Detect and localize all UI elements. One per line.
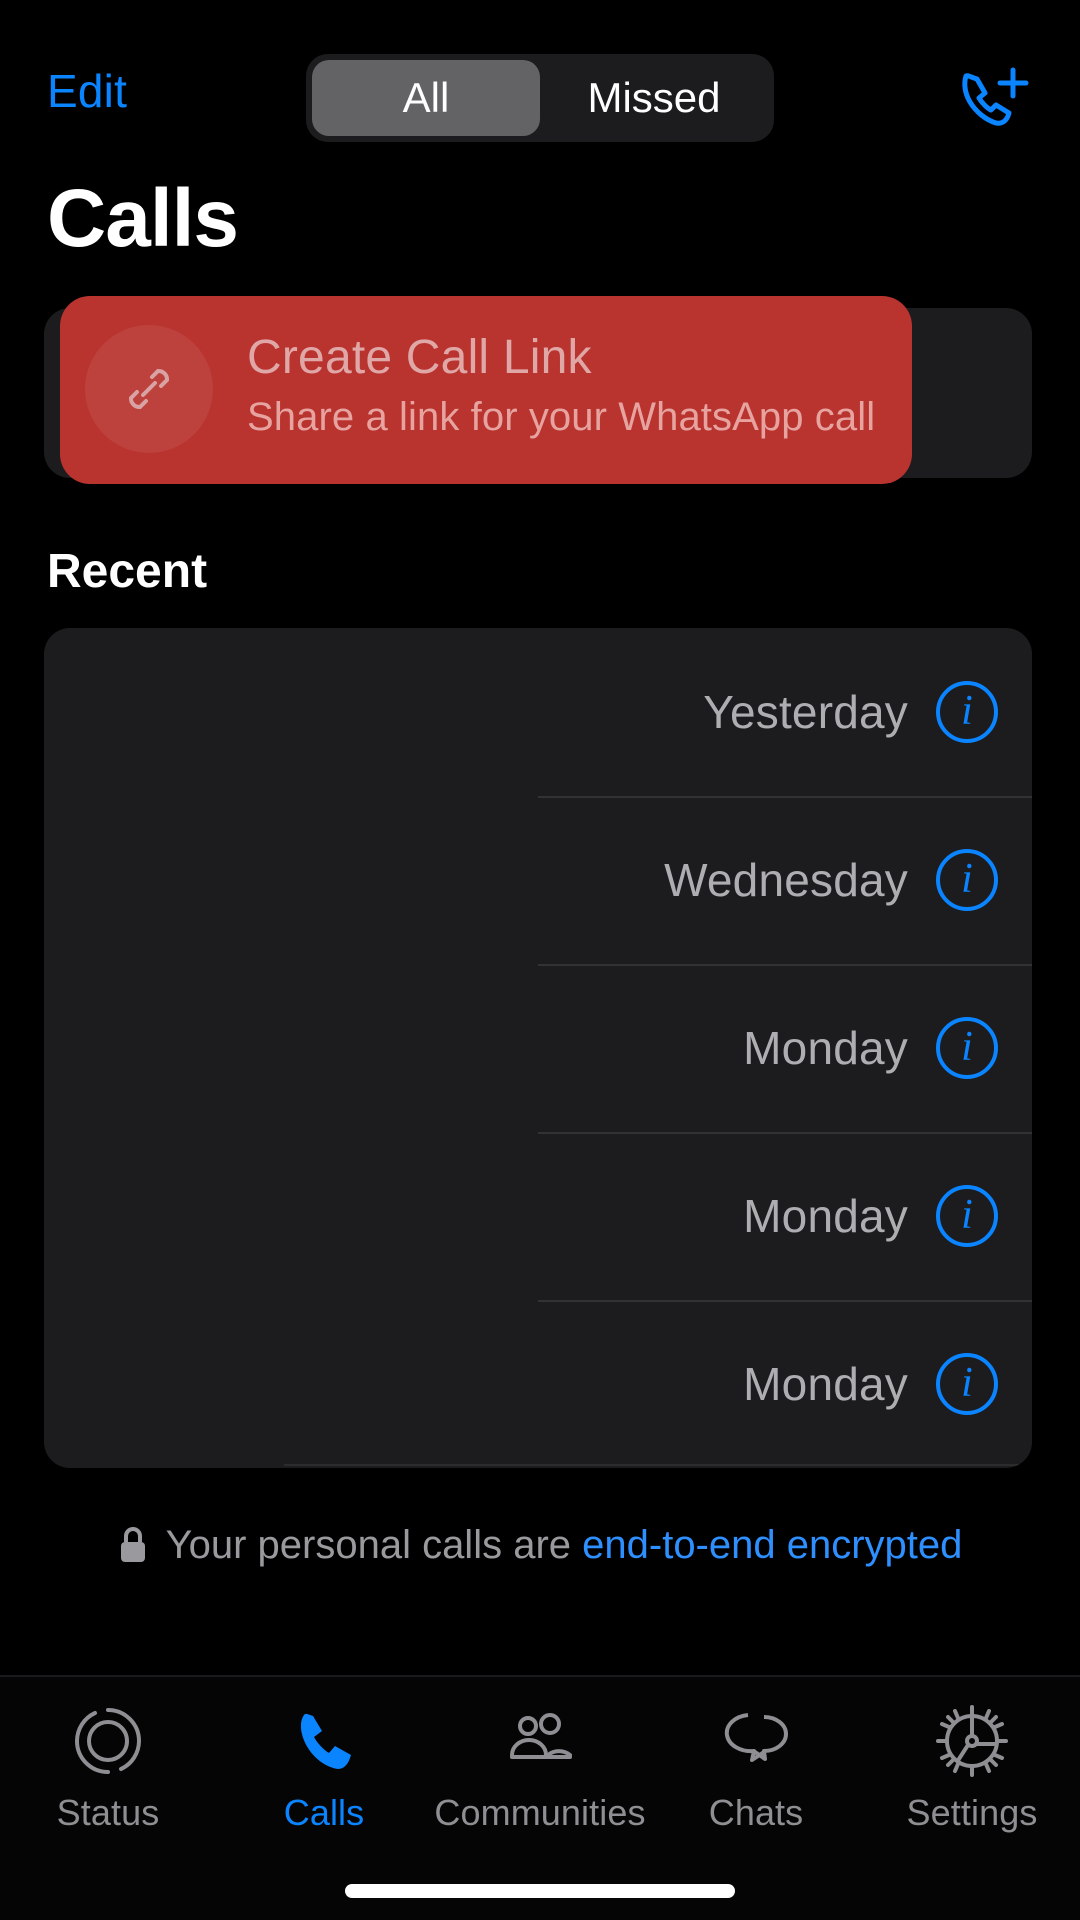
lock-icon [120, 1527, 145, 1562]
tab-status[interactable]: Status [0, 1677, 216, 1920]
call-date: Wednesday [664, 854, 908, 906]
recent-section-header: Recent [47, 545, 208, 598]
info-circle-icon[interactable]: i [936, 681, 998, 743]
page-title: Calls [47, 173, 239, 264]
table-row[interactable]: Monday i [44, 1132, 1032, 1300]
phone-plus-icon [962, 67, 1029, 126]
recent-calls-list: Yesterday i Wednesday i Monday i Monday … [44, 628, 1032, 1468]
segment-all[interactable]: All [312, 60, 540, 136]
tab-label: Calls [283, 1792, 365, 1833]
home-indicator [345, 1884, 735, 1898]
status-ring-icon [75, 1708, 141, 1774]
call-date: Monday [743, 1190, 908, 1242]
info-circle-icon[interactable]: i [936, 1017, 998, 1079]
list-bottom-divider [284, 1464, 1032, 1466]
tab-label: Communities [434, 1792, 646, 1833]
calls-screen: Edit All Missed Calls Create Call Link S… [0, 0, 1080, 1920]
encryption-notice: Your personal calls are end-to-end encry… [0, 1525, 1080, 1565]
tab-settings[interactable]: Settings [864, 1677, 1080, 1920]
call-link-avatar [85, 325, 213, 453]
gear-icon [936, 1705, 1008, 1777]
table-row[interactable]: Monday i [44, 964, 1032, 1132]
call-date: Monday [743, 1022, 908, 1074]
call-date: Monday [743, 1358, 908, 1410]
segment-missed[interactable]: Missed [540, 60, 768, 136]
tab-label: Settings [906, 1792, 1038, 1833]
tab-label: Status [56, 1792, 160, 1833]
encryption-link[interactable]: end-to-end encrypted [582, 1525, 962, 1565]
link-icon [129, 369, 169, 409]
phone-icon [300, 1713, 351, 1769]
call-filter-segmented-control[interactable]: All Missed [306, 54, 774, 142]
chat-bubbles-icon [724, 1713, 788, 1762]
call-link-text-block: Create Call Link Share a link for your W… [247, 330, 877, 441]
table-row[interactable]: Wednesday i [44, 796, 1032, 964]
call-link-subtitle: Share a link for your WhatsApp call [247, 394, 876, 439]
call-link-title: Create Call Link [247, 331, 592, 384]
table-row[interactable]: Yesterday i [44, 628, 1032, 796]
info-circle-icon[interactable]: i [936, 849, 998, 911]
info-circle-icon[interactable]: i [936, 1185, 998, 1247]
navigation-bar: Edit All Missed [0, 0, 1080, 160]
tab-label: Chats [708, 1792, 804, 1833]
new-call-button[interactable] [946, 58, 1034, 138]
info-circle-icon[interactable]: i [936, 1353, 998, 1415]
encryption-text: Your personal calls are [165, 1523, 572, 1567]
people-group-icon [510, 1713, 572, 1759]
edit-button[interactable]: Edit [47, 68, 127, 114]
table-row[interactable]: Monday i [44, 1300, 1032, 1468]
call-date: Yesterday [703, 686, 908, 738]
